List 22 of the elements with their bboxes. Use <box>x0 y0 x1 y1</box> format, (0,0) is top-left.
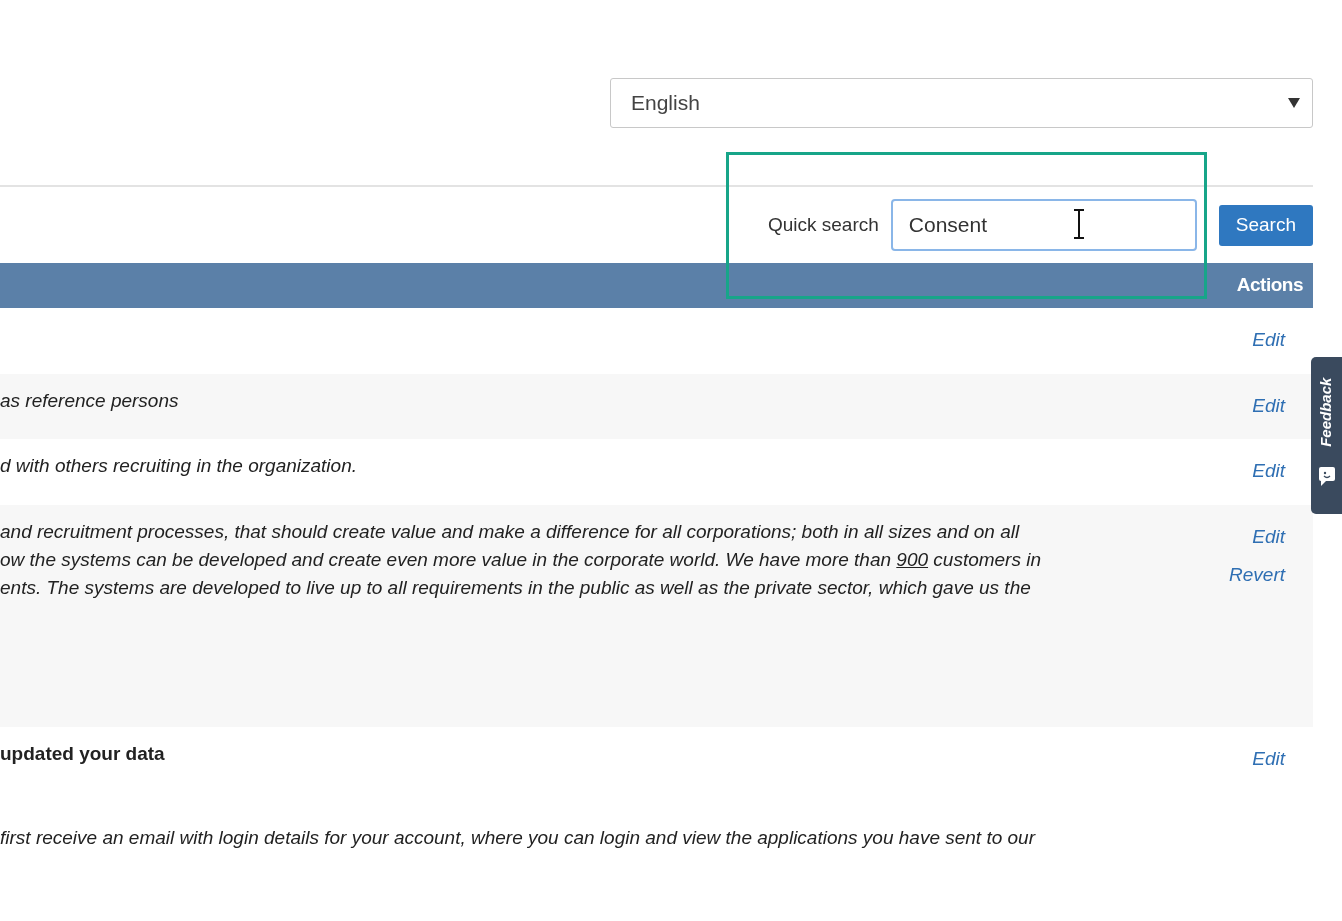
table-cell-text: d with others recruiting in the organization. <box>0 454 358 478</box>
feedback-tab[interactable]: Feedback <box>1311 357 1342 514</box>
table-cell-text: updated your data <box>0 742 166 766</box>
row-action-link[interactable]: Edit <box>1252 328 1285 352</box>
dropdown-caret-icon <box>1288 98 1300 108</box>
row-action-link[interactable]: Edit <box>1252 394 1285 418</box>
search-button[interactable]: Search <box>1218 204 1313 246</box>
row-action-link[interactable]: Revert <box>1229 563 1285 587</box>
table-cell-text: and recruitment processes, that should create value and make a difference for all corporations; both in all sizes and on all <box>0 520 1021 544</box>
row-action-link[interactable]: Edit <box>1252 525 1285 549</box>
language-select[interactable]: English <box>610 78 1313 128</box>
table-cell-text: as reference persons <box>0 389 180 413</box>
text-cursor-icon <box>1073 209 1085 239</box>
chat-face-icon <box>1317 465 1336 486</box>
quick-search-label: Quick search <box>767 212 879 237</box>
quick-search-field[interactable]: Consent <box>890 199 1197 251</box>
row-action-link[interactable]: Edit <box>1252 459 1285 483</box>
table-cell-text: ow the systems can be developed and create even more value in the corporate world. We have more than 900 customers in <box>0 548 1042 572</box>
table-cell-text: ents. The systems are developed to live up to all requirements in the public as well as the private sector, which gave us the <box>0 576 1032 600</box>
table-cell-text: first receive an email with login details for your account, where you can login and view the applications you have sent to our <box>0 826 1037 850</box>
column-header: Actions <box>1236 273 1303 298</box>
row-action-link[interactable]: Edit <box>1252 747 1285 771</box>
